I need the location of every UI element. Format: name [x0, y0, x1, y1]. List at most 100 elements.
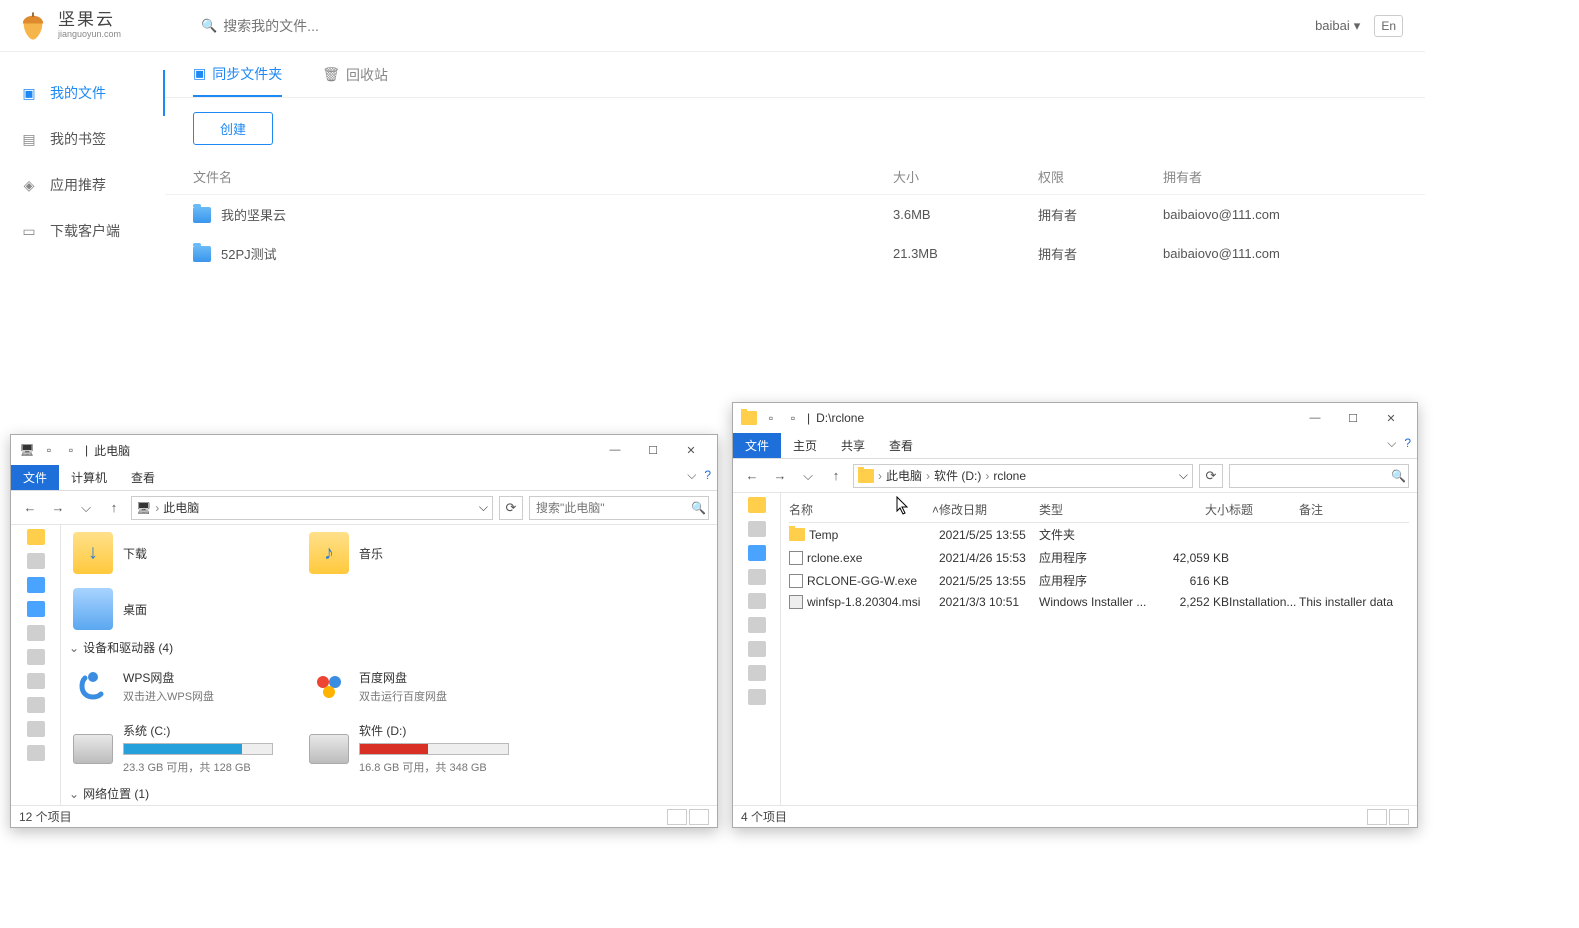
- qat-icon[interactable]: ▫: [41, 442, 57, 458]
- refresh-button[interactable]: ⟳: [1199, 464, 1223, 488]
- tree-item[interactable]: [748, 497, 766, 513]
- quick-desktop[interactable]: 桌面: [69, 585, 289, 633]
- tree-item[interactable]: [748, 641, 766, 657]
- tree-item[interactable]: [27, 601, 45, 617]
- crumb-this-pc[interactable]: 此电脑: [163, 499, 199, 516]
- qat-icon[interactable]: ▫: [63, 442, 79, 458]
- minimize-button[interactable]: —: [1297, 406, 1333, 430]
- tree-item[interactable]: [748, 545, 766, 561]
- tab-share[interactable]: 共享: [829, 433, 877, 458]
- language-button[interactable]: En: [1374, 15, 1403, 37]
- address-bar[interactable]: 🖥 › 此电脑 ⌵: [131, 496, 493, 520]
- sidebar-item-download[interactable]: ▭下载客户端: [0, 208, 165, 254]
- sidebar-item-apps[interactable]: ◈应用推荐: [0, 162, 165, 208]
- list-item[interactable]: RCLONE-GG-W.exe2021/5/25 13:55应用程序616 KB: [789, 569, 1409, 592]
- maximize-button[interactable]: ☐: [635, 438, 671, 462]
- search-input[interactable]: [1236, 469, 1391, 483]
- tree-item[interactable]: [748, 569, 766, 585]
- tab-trash[interactable]: 🗑回收站: [322, 52, 388, 97]
- col-size[interactable]: 大小: [893, 167, 1038, 186]
- tab-view[interactable]: 查看: [119, 465, 167, 490]
- tab-view[interactable]: 查看: [877, 433, 925, 458]
- nav-tree[interactable]: [733, 493, 781, 805]
- col-type[interactable]: 类型: [1039, 501, 1159, 518]
- qat-icon[interactable]: ▫: [763, 410, 779, 426]
- table-row[interactable]: 我的坚果云 3.6MB 拥有者 baibaiovo@111.com: [165, 195, 1425, 234]
- tab-file[interactable]: 文件: [733, 433, 781, 458]
- tree-item[interactable]: [27, 697, 45, 713]
- up-button[interactable]: ↑: [103, 500, 125, 515]
- titlebar[interactable]: 🖥 ▫ ▫ | 此电脑 — ☐ ✕: [11, 435, 717, 465]
- search-input[interactable]: [536, 501, 691, 515]
- maximize-button[interactable]: ☐: [1335, 406, 1371, 430]
- col-title[interactable]: 标题: [1229, 501, 1299, 518]
- tab-sync[interactable]: ▣同步文件夹: [193, 52, 282, 97]
- crumb-d[interactable]: 软件 (D:): [934, 467, 981, 484]
- refresh-button[interactable]: ⟳: [499, 496, 523, 520]
- tree-item[interactable]: [27, 721, 45, 737]
- sidebar-item-files[interactable]: ▣我的文件: [0, 70, 165, 116]
- back-button[interactable]: ←: [19, 500, 41, 515]
- search-icon[interactable]: 🔍: [691, 501, 706, 515]
- col-author[interactable]: 备注: [1299, 501, 1399, 518]
- tree-item[interactable]: [27, 673, 45, 689]
- search-input[interactable]: [223, 18, 523, 34]
- tree-item[interactable]: [27, 625, 45, 641]
- section-devices[interactable]: ⌄设备和驱动器 (4): [69, 639, 709, 656]
- drive-d[interactable]: 软件 (D:)16.8 GB 可用，共 348 GB: [305, 718, 525, 779]
- sidebar-item-bookmarks[interactable]: ▤我的书签: [0, 116, 165, 162]
- user-menu[interactable]: baibai ▾: [1315, 18, 1360, 34]
- up-button[interactable]: ↑: [825, 468, 847, 483]
- col-name[interactable]: 文件名: [193, 167, 893, 186]
- minimize-button[interactable]: —: [597, 438, 633, 462]
- quick-downloads[interactable]: 下载: [69, 529, 289, 577]
- tree-item[interactable]: [27, 553, 45, 569]
- quick-music[interactable]: ♪音乐: [305, 529, 525, 577]
- recent-button[interactable]: ⌵: [75, 500, 97, 516]
- device-wps[interactable]: WPS网盘双击进入WPS网盘: [69, 662, 289, 710]
- col-name[interactable]: 名称 ˄: [789, 501, 939, 518]
- tree-item[interactable]: [27, 745, 45, 761]
- tab-home[interactable]: 主页: [781, 433, 829, 458]
- qat-icon[interactable]: ▫: [785, 410, 801, 426]
- expand-ribbon-icon[interactable]: ⌵: [1387, 436, 1396, 451]
- dropdown-icon[interactable]: ⌵: [1179, 468, 1188, 483]
- table-row[interactable]: 52PJ测试 21.3MB 拥有者 baibaiovo@111.com: [165, 234, 1425, 273]
- tree-item[interactable]: [748, 689, 766, 705]
- back-button[interactable]: ←: [741, 468, 763, 483]
- logo[interactable]: 坚果云 jianguoyun.com: [0, 9, 165, 43]
- titlebar[interactable]: ▫ ▫ | D:\rclone — ☐ ✕: [733, 403, 1417, 433]
- address-bar[interactable]: › 此电脑› 软件 (D:)› rclone ⌵: [853, 464, 1193, 488]
- tree-item[interactable]: [27, 649, 45, 665]
- tree-item[interactable]: [27, 529, 45, 545]
- col-perm[interactable]: 权限: [1038, 167, 1163, 186]
- list-item[interactable]: Temp2021/5/25 13:55文件夹: [789, 523, 1409, 546]
- dropdown-icon[interactable]: ⌵: [479, 500, 488, 515]
- forward-button[interactable]: →: [769, 468, 791, 483]
- close-button[interactable]: ✕: [1373, 406, 1409, 430]
- recent-button[interactable]: ⌵: [797, 468, 819, 484]
- tree-item[interactable]: [748, 617, 766, 633]
- view-details-button[interactable]: [667, 809, 687, 825]
- col-size[interactable]: 大小: [1159, 501, 1229, 518]
- list-item[interactable]: rclone.exe2021/4/26 15:53应用程序42,059 KB: [789, 546, 1409, 569]
- help-icon[interactable]: ?: [1404, 436, 1411, 451]
- tree-item[interactable]: [27, 577, 45, 593]
- crumb-rclone[interactable]: rclone: [993, 469, 1026, 483]
- forward-button[interactable]: →: [47, 500, 69, 515]
- section-network[interactable]: ⌄网络位置 (1): [69, 785, 709, 802]
- close-button[interactable]: ✕: [673, 438, 709, 462]
- view-tiles-button[interactable]: [689, 809, 709, 825]
- col-owner[interactable]: 拥有者: [1163, 167, 1397, 186]
- list-item[interactable]: winfsp-1.8.20304.msi2021/3/3 10:51Window…: [789, 592, 1409, 612]
- tree-item[interactable]: [748, 665, 766, 681]
- view-tiles-button[interactable]: [1389, 809, 1409, 825]
- help-icon[interactable]: ?: [704, 468, 711, 483]
- tree-item[interactable]: [748, 593, 766, 609]
- create-button[interactable]: 创建: [193, 112, 273, 145]
- expand-ribbon-icon[interactable]: ⌵: [687, 468, 696, 483]
- search-icon[interactable]: 🔍: [1391, 469, 1406, 483]
- nav-tree[interactable]: [11, 525, 61, 805]
- col-date[interactable]: 修改日期: [939, 501, 1039, 518]
- tree-item[interactable]: [748, 521, 766, 537]
